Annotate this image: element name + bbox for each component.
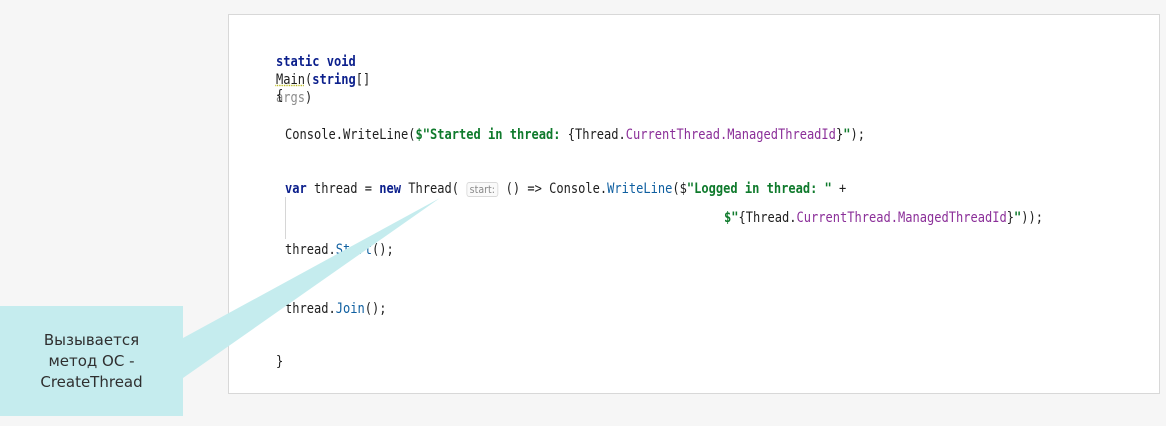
- callout-box: Вызывается метод ОС - CreateThread: [0, 306, 183, 416]
- callout-text: Вызывается метод ОС - CreateThread: [40, 330, 143, 391]
